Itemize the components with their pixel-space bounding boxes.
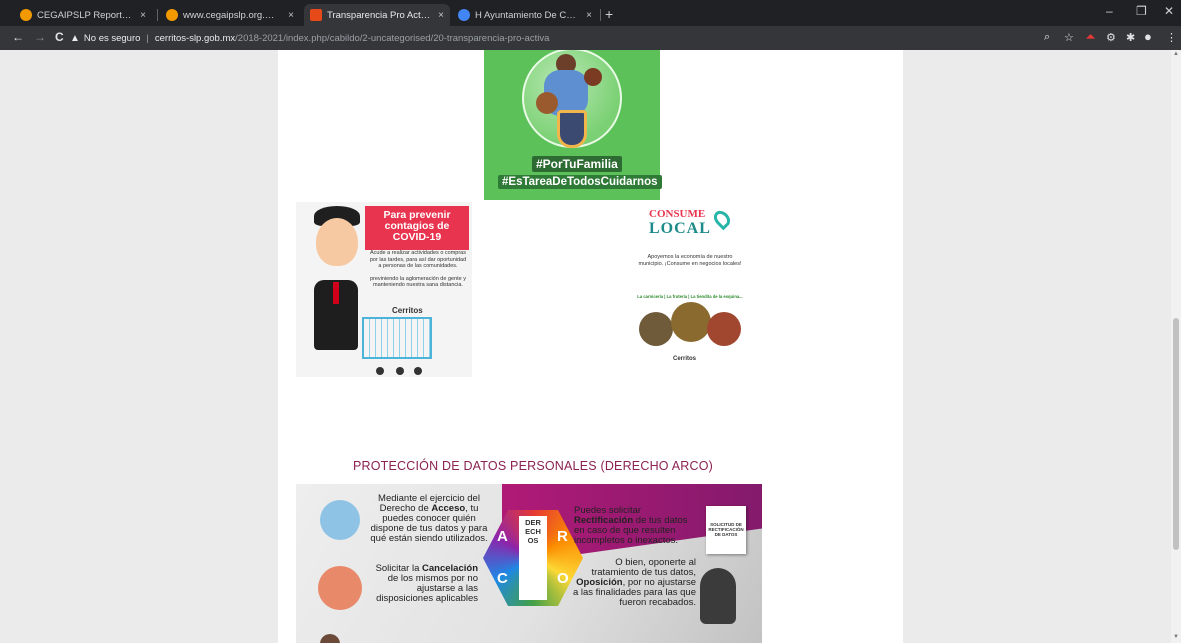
derechos-label: DERECHOS bbox=[525, 518, 541, 545]
shield-icon bbox=[557, 110, 587, 148]
toolbar: ← → C ▲ No es seguro | cerritos-slp.gob.… bbox=[0, 26, 1181, 50]
wheel-decoration bbox=[376, 367, 384, 375]
favicon-icon bbox=[310, 9, 322, 21]
tab-title: CEGAIPSLP Reportes Mensuales bbox=[37, 9, 134, 21]
url-host: cerritos-slp.gob.mx bbox=[154, 32, 236, 44]
reload-button[interactable]: C bbox=[55, 30, 64, 44]
tab-separator bbox=[157, 9, 158, 21]
poster-covid-image: Para prevenir contagios de COVID-19 Acud… bbox=[296, 202, 472, 377]
favicon-icon bbox=[458, 9, 470, 21]
shop-photo bbox=[639, 312, 673, 346]
covid-heading: Para prevenir contagios de COVID-19 bbox=[365, 206, 469, 250]
letter-c: C bbox=[497, 570, 508, 587]
arco-hexagon: DERECHOS A R C O bbox=[483, 510, 583, 606]
wheel-decoration bbox=[414, 367, 422, 375]
divider: | bbox=[146, 32, 149, 44]
hashtag-portufamilia: #PorTuFamilia bbox=[532, 156, 622, 172]
consume-categories: La carnicería | La frutería | La tiendit… bbox=[637, 294, 743, 299]
tab-ayuntamiento[interactable]: H Ayuntamiento De Cerritos - Ini × bbox=[452, 4, 598, 26]
tab-strip: CEGAIPSLP Reportes Mensuales × www.cegai… bbox=[0, 0, 1181, 26]
hashtag-estarea: #EsTareaDeTodosCuidarnos bbox=[498, 175, 662, 189]
poster-family-image: #PorTuFamilia #EsTareaDeTodosCuidarnos bbox=[484, 50, 662, 200]
page-viewport: #PorTuFamilia #EsTareaDeTodosCuidarnos P… bbox=[0, 50, 1181, 643]
wheel-decoration bbox=[396, 367, 404, 375]
person-icon bbox=[320, 634, 340, 643]
businessman-icon bbox=[316, 218, 358, 266]
profile-icon[interactable]: ● bbox=[1144, 29, 1152, 44]
cancelacion-text: Solicitar la Cancelación de los mismos p… bbox=[375, 563, 478, 604]
poster-consume-local-image: CONSUME LOCAL Apoyemos la economía de nu… bbox=[635, 204, 745, 376]
tab-separator bbox=[600, 9, 601, 21]
covid-body: Acude a realizar actividades o compras p… bbox=[368, 250, 468, 289]
address-bar[interactable]: ▲ No es seguro | cerritos-slp.gob.mx /20… bbox=[70, 29, 1080, 47]
fruit-photo bbox=[671, 302, 711, 342]
person-cancel-icon bbox=[318, 566, 362, 610]
acceso-text: Mediante el ejercicio del Derecho de Acc… bbox=[370, 493, 488, 544]
consume-text: Apoyemos la economía de nuestro municipi… bbox=[638, 254, 742, 267]
letter-a: A bbox=[497, 528, 508, 545]
scrollbar[interactable]: ▲ ▼ bbox=[1171, 50, 1181, 643]
star-icon[interactable]: ☆ bbox=[1064, 31, 1074, 44]
new-tab-button[interactable]: + bbox=[605, 6, 613, 22]
letter-o: O bbox=[557, 570, 569, 587]
covid-text-1: Acude a realizar actividades o compras p… bbox=[369, 250, 467, 269]
close-icon[interactable]: × bbox=[288, 10, 294, 21]
shopping-cart-icon bbox=[362, 317, 432, 359]
child-icon bbox=[536, 92, 558, 114]
puzzle-icon[interactable]: ✱ bbox=[1126, 31, 1135, 44]
tab-cegaipslp-web[interactable]: www.cegaipslp.org.mx/webcegai × bbox=[160, 4, 300, 26]
article-content: #PorTuFamilia #EsTareaDeTodosCuidarnos P… bbox=[278, 50, 903, 643]
minimize-button[interactable]: – bbox=[1106, 4, 1113, 18]
close-icon[interactable]: × bbox=[438, 10, 444, 21]
mother-icon bbox=[584, 68, 602, 86]
warning-icon: ▲ bbox=[70, 32, 80, 44]
tab-title: www.cegaipslp.org.mx/webcegai bbox=[183, 9, 282, 21]
document-icon: SOLICITUD DE RECTIFICACIÓN DE DATOS bbox=[706, 506, 746, 554]
scroll-up-icon[interactable]: ▲ bbox=[1173, 51, 1179, 57]
tab-transparencia[interactable]: Transparencia Pro Activa × bbox=[304, 4, 450, 26]
tab-title: H Ayuntamiento De Cerritos - Ini bbox=[475, 9, 580, 21]
tie-decoration bbox=[333, 282, 339, 304]
market-photo bbox=[707, 312, 741, 346]
cerritos-logo: Cerritos bbox=[673, 356, 697, 362]
covid-text-2: previniendo la aglomeración de gente y m… bbox=[369, 275, 466, 289]
cerritos-logo: Cerritos bbox=[392, 306, 423, 315]
close-icon[interactable]: × bbox=[586, 10, 592, 21]
close-icon[interactable]: × bbox=[140, 10, 146, 21]
tab-title: Transparencia Pro Activa bbox=[327, 9, 433, 21]
letter-r: R bbox=[557, 528, 568, 545]
back-button[interactable]: ← bbox=[12, 30, 24, 44]
extension-icon[interactable]: ⚙ bbox=[1106, 31, 1116, 44]
pdf-extension-icon[interactable]: ⏶ bbox=[1086, 31, 1095, 44]
security-label[interactable]: No es seguro bbox=[84, 33, 141, 44]
restore-button[interactable]: ❐ bbox=[1136, 4, 1147, 18]
rectificacion-text: Puedes solicitar Rectificación de tus da… bbox=[574, 505, 688, 546]
favicon-icon bbox=[20, 9, 32, 21]
search-icon[interactable]: ⌕ bbox=[1044, 31, 1050, 44]
favicon-icon bbox=[166, 9, 178, 21]
close-window-button[interactable]: ✕ bbox=[1164, 4, 1174, 18]
arco-infographic: Mediante el ejercicio del Derecho de Acc… bbox=[296, 484, 762, 643]
scroll-down-icon[interactable]: ▼ bbox=[1173, 634, 1179, 640]
forward-button[interactable]: → bbox=[34, 30, 46, 44]
person-question-icon bbox=[320, 500, 360, 540]
consume-title: CONSUME bbox=[649, 208, 706, 220]
oposicion-text: O bien, oponerte al tratamiento de tus d… bbox=[572, 557, 696, 608]
menu-icon[interactable]: ⋮ bbox=[1166, 31, 1177, 44]
person-stop-icon bbox=[700, 568, 736, 624]
scrollbar-thumb[interactable] bbox=[1173, 318, 1179, 550]
arco-section-title: PROTECCIÓN DE DATOS PERSONALES (DERECHO … bbox=[353, 459, 713, 473]
tab-cegaipslp-reportes[interactable]: CEGAIPSLP Reportes Mensuales × bbox=[14, 4, 152, 26]
location-pin-icon bbox=[710, 207, 734, 231]
local-title: LOCAL bbox=[649, 220, 711, 237]
url-path: /2018-2021/index.php/cabildo/2-uncategor… bbox=[235, 32, 550, 44]
